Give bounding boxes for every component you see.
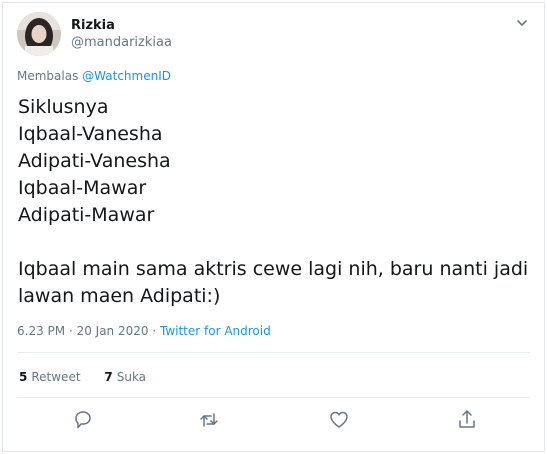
like-stat[interactable]: 7 Suka: [104, 370, 146, 384]
like-count: 7: [104, 370, 113, 384]
reply-icon[interactable]: [70, 407, 96, 433]
author-handle[interactable]: @mandarizkiaa: [71, 35, 172, 50]
avatar[interactable]: [17, 12, 61, 56]
tweet-stats: 5 Retweet 7 Suka: [19, 370, 166, 384]
reply-prefix: Membalas: [17, 69, 79, 83]
tweet-source-link[interactable]: Twitter for Android: [160, 324, 271, 338]
tweet-timestamp[interactable]: 6.23 PM · 20 Jan 2020: [17, 324, 149, 338]
like-label: Suka: [116, 370, 147, 384]
share-icon[interactable]: [454, 407, 480, 433]
retweet-label: Retweet: [31, 370, 81, 384]
chevron-down-icon[interactable]: [514, 15, 530, 31]
tweet-text: Siklusnya Iqbaal-Vanesha Adipati-Vanesha…: [18, 96, 529, 307]
divider: [17, 397, 530, 398]
reply-context: Membalas @WatchmenID: [17, 69, 171, 83]
heart-icon[interactable]: [326, 407, 352, 433]
tweet-actions: [3, 407, 546, 435]
tweet-card: Rizkia @mandarizkiaa Membalas @WatchmenI…: [2, 2, 545, 452]
retweet-stat[interactable]: 5 Retweet: [19, 370, 81, 384]
reply-mention-link[interactable]: @WatchmenID: [82, 69, 171, 83]
retweet-icon[interactable]: [196, 407, 222, 433]
tweet-meta: 6.23 PM · 20 Jan 2020 · Twitter for Andr…: [17, 324, 271, 338]
meta-separator: ·: [148, 324, 160, 338]
retweet-count: 5: [19, 370, 28, 384]
author-name[interactable]: Rizkia: [71, 18, 115, 33]
divider: [17, 352, 530, 353]
